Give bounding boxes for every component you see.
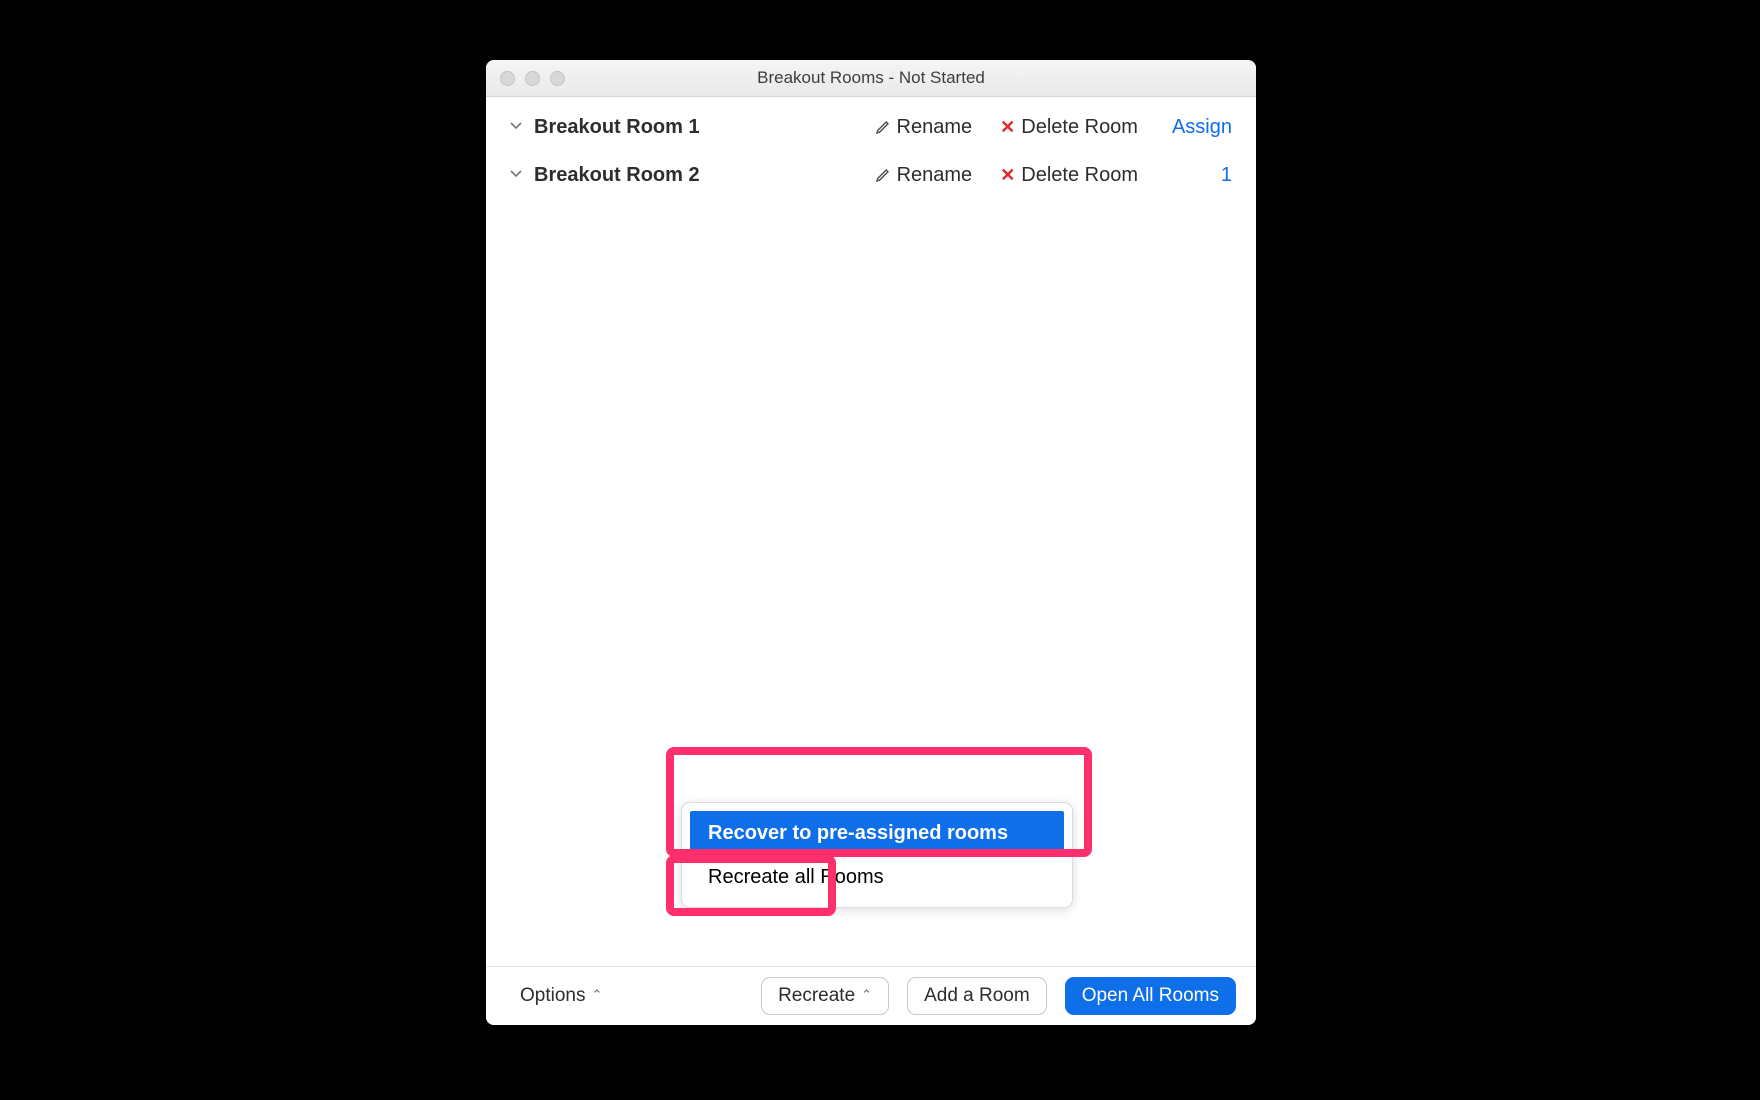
add-room-button[interactable]: Add a Room xyxy=(907,977,1047,1015)
menu-item-label: Recreate all Rooms xyxy=(708,866,884,889)
delete-label: Delete Room xyxy=(1021,116,1138,139)
minimize-window-button[interactable] xyxy=(525,71,540,86)
room-name[interactable]: Breakout Room 1 xyxy=(534,116,700,139)
chevron-up-icon: ⌃ xyxy=(591,987,602,1003)
rooms-list: Breakout Room 1 Rename ✕ Delete Room Ass… xyxy=(486,97,1256,966)
delete-room-button[interactable]: ✕ Delete Room xyxy=(1000,116,1138,139)
pencil-icon xyxy=(875,119,891,135)
options-button[interactable]: Options ⌃ xyxy=(520,985,602,1007)
titlebar: Breakout Rooms - Not Started xyxy=(486,60,1256,97)
close-window-button[interactable] xyxy=(500,71,515,86)
delete-room-button[interactable]: ✕ Delete Room xyxy=(1000,164,1138,187)
rename-label: Rename xyxy=(897,164,973,187)
window-title: Breakout Rooms - Not Started xyxy=(486,68,1256,88)
breakout-rooms-window: Breakout Rooms - Not Started Breakout Ro… xyxy=(486,60,1256,1025)
recreate-label: Recreate xyxy=(778,985,855,1007)
x-icon: ✕ xyxy=(1000,166,1015,184)
room-row: Breakout Room 1 Rename ✕ Delete Room Ass… xyxy=(486,103,1256,151)
room-name[interactable]: Breakout Room 2 xyxy=(534,164,700,187)
zoom-window-button[interactable] xyxy=(550,71,565,86)
participant-count-link[interactable]: 1 xyxy=(1172,164,1232,187)
menu-item-recreate-all[interactable]: Recreate all Rooms xyxy=(690,855,1064,899)
window-controls xyxy=(486,71,565,86)
add-room-label: Add a Room xyxy=(924,985,1030,1007)
menu-item-label: Recover to pre-assigned rooms xyxy=(708,822,1008,845)
options-label: Options xyxy=(520,985,585,1007)
chevron-up-icon: ⌃ xyxy=(861,987,872,1003)
rename-room-button[interactable]: Rename xyxy=(875,116,973,139)
rename-room-button[interactable]: Rename xyxy=(875,164,973,187)
delete-label: Delete Room xyxy=(1021,164,1138,187)
open-all-label: Open All Rooms xyxy=(1082,985,1219,1007)
recreate-menu: Recover to pre-assigned rooms Recreate a… xyxy=(681,802,1073,908)
bottom-bar: Options ⌃ Recreate ⌃ Add a Room Open All… xyxy=(486,966,1256,1025)
chevron-down-icon[interactable] xyxy=(510,167,528,183)
room-row: Breakout Room 2 Rename ✕ Delete Room 1 xyxy=(486,151,1256,199)
assign-button[interactable]: Assign xyxy=(1172,116,1232,139)
open-all-rooms-button[interactable]: Open All Rooms xyxy=(1065,977,1236,1015)
rename-label: Rename xyxy=(897,116,973,139)
chevron-down-icon[interactable] xyxy=(510,119,528,135)
x-icon: ✕ xyxy=(1000,118,1015,136)
menu-item-recover-preassigned[interactable]: Recover to pre-assigned rooms xyxy=(690,811,1064,855)
recreate-button[interactable]: Recreate ⌃ xyxy=(761,977,889,1015)
pencil-icon xyxy=(875,167,891,183)
